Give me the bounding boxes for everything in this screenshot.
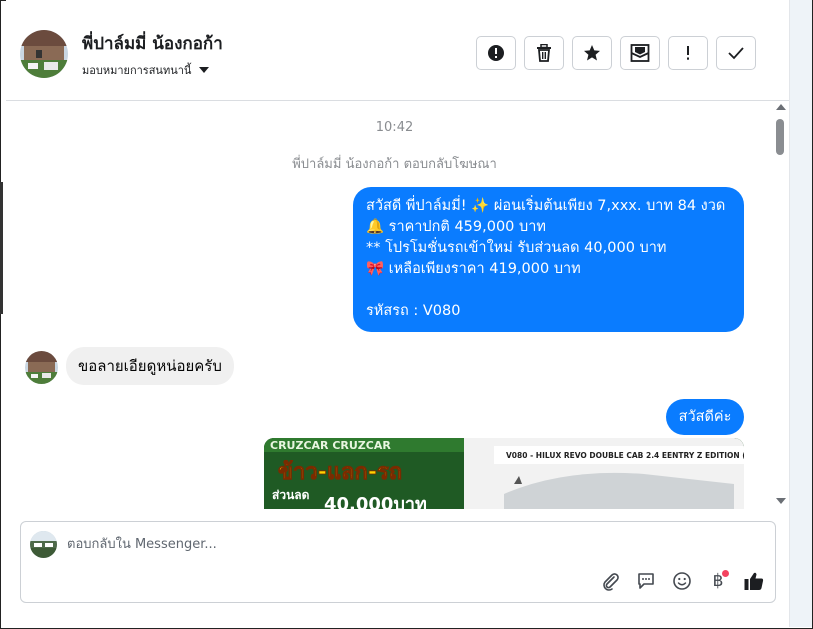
- mark-important-button[interactable]: [668, 36, 708, 70]
- outgoing-greeting-message[interactable]: สวัสดีค่ะ: [666, 399, 744, 435]
- offer-spacer: [366, 280, 732, 301]
- ad-subline: ส่วนลด: [272, 488, 310, 502]
- alert-circle-icon: [488, 45, 504, 61]
- star-button[interactable]: [572, 36, 612, 70]
- offer-line-1: สวัสดี พี่ปาล์มมี่! ✨ ผ่อนเริ่มต้นเพียง …: [366, 198, 726, 214]
- thumbs-up-icon: [744, 572, 764, 590]
- mark-unread-button[interactable]: [620, 36, 660, 70]
- conversation-header: พี่ปาล์มมี่ น้องกอก้า มอบหมายการสนทนานี้: [6, 0, 789, 101]
- contact-avatar-small[interactable]: [25, 351, 58, 384]
- ad-reply-notice: พี่ปาล์มมี่ น้องกอก้า ตอบกลับโฆษณา: [292, 157, 497, 172]
- incoming-message[interactable]: ขอลายเอียดูหน่อยครับ: [66, 347, 234, 385]
- message-list[interactable]: 10:42 พี่ปาล์มมี่ น้องกอก้า ตอบกลับโฆษณา…: [6, 101, 778, 509]
- ad-amount: 40,000บาท: [324, 494, 427, 509]
- assign-conversation-dropdown[interactable]: มอบหมายการสนทนานี้: [82, 61, 210, 79]
- saved-replies-button[interactable]: [633, 568, 659, 594]
- trash-icon: [537, 44, 551, 62]
- star-icon: [584, 45, 600, 61]
- scroll-up-arrow-icon[interactable]: [776, 104, 786, 110]
- ad-image-attachment[interactable]: CRUZCAR CRUZCAR ข้าว-แลก-รถ ส่วนลด 40,00…: [264, 438, 744, 509]
- reply-input[interactable]: [67, 533, 707, 555]
- paperclip-icon: [603, 573, 619, 591]
- reply-composer: ฿: [20, 521, 776, 603]
- chat-bubble-icon: [638, 573, 654, 589]
- ad-headline: ข้าว-แลก-รถ: [278, 460, 402, 485]
- offer-line-3: ** โปรโมชั่นรถเข้าใหม่ รับส่วนลด 40,000 …: [366, 240, 667, 256]
- delete-button[interactable]: [524, 36, 564, 70]
- composer-tools: ฿: [597, 568, 767, 594]
- right-side-strip: [789, 0, 812, 627]
- outgoing-offer-message[interactable]: สวัสดี พี่ปาล์มมี่! ✨ ผ่อนเริ่มต้นเพียง …: [353, 187, 744, 332]
- assign-label: มอบหมายการสนทนานี้: [82, 64, 192, 77]
- smiley-icon: [673, 572, 691, 590]
- page-avatar: [30, 531, 57, 558]
- payment-button[interactable]: ฿: [705, 568, 731, 594]
- ad-model-text: V080 - HILUX REVO DOUBLE CAB 2.4 EENTRY …: [506, 451, 744, 460]
- offer-line-5: รหัสรถ : V080: [366, 303, 461, 319]
- contact-avatar[interactable]: [20, 30, 68, 78]
- left-edge-mark: [0, 182, 3, 314]
- mail-icon: [630, 44, 650, 62]
- send-like-button[interactable]: [741, 568, 767, 594]
- contact-name[interactable]: พี่ปาล์มมี่ น้องกอก้า: [82, 30, 223, 57]
- check-icon: [728, 47, 744, 60]
- offer-line-2: 🔔 ราคาปกติ 459,000 บาท: [366, 219, 546, 235]
- exclamation-icon: [687, 46, 689, 60]
- conversation-panel: พี่ปาล์มมี่ น้องกอก้า มอบหมายการสนทนานี้: [6, 0, 789, 627]
- ad-brand-text: CRUZCAR CRUZCAR: [270, 439, 391, 452]
- scroll-down-arrow-icon[interactable]: [776, 498, 786, 504]
- caret-down-icon: [199, 67, 210, 73]
- notification-dot: [722, 570, 729, 577]
- message-timestamp: 10:42: [375, 120, 414, 135]
- mark-spam-button[interactable]: [476, 36, 516, 70]
- attach-file-button[interactable]: [597, 568, 623, 594]
- offer-line-4: 🎀 เหลือเพียงราคา 419,000 บาท: [366, 261, 581, 277]
- emoji-button[interactable]: [669, 568, 695, 594]
- mark-done-button[interactable]: [716, 36, 756, 70]
- scrollbar-thumb[interactable]: [776, 119, 784, 155]
- header-actions: [476, 36, 756, 70]
